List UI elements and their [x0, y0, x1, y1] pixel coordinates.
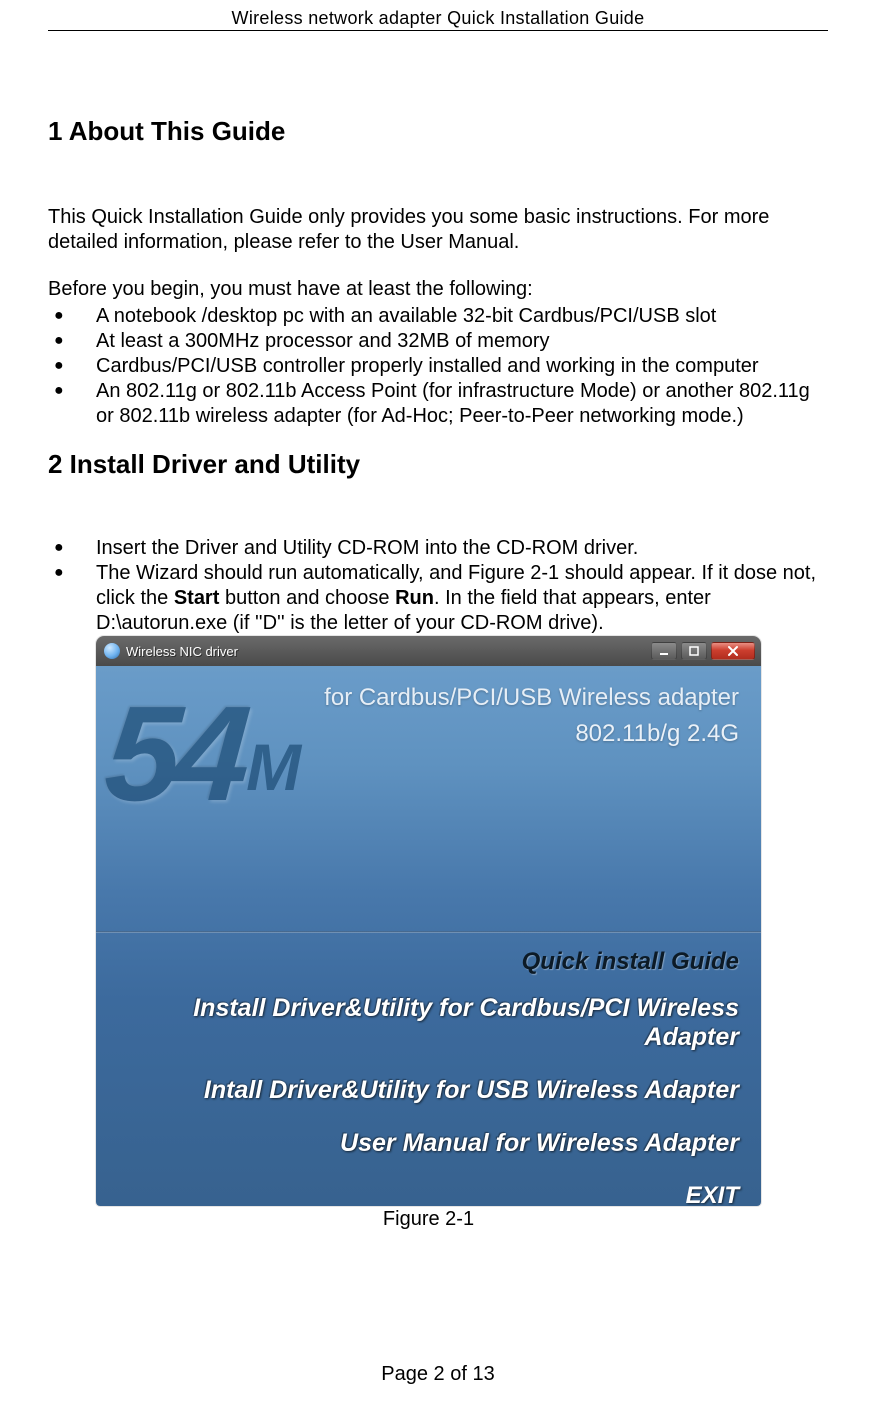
section-2-bullet-list: Insert the Driver and Utility CD-ROM int…: [48, 536, 828, 636]
list-item: An 802.11g or 802.11b Access Point (for …: [48, 379, 828, 429]
logo-54m: 54M: [106, 686, 301, 821]
window-title: Wireless NIC driver: [126, 644, 238, 659]
menu-exit[interactable]: EXIT: [126, 1182, 739, 1206]
close-button[interactable]: [711, 642, 755, 660]
window-titlebar: Wireless NIC driver: [96, 636, 761, 666]
section-1-lead: Before you begin, you must have at least…: [48, 277, 828, 302]
list-item: A notebook /desktop pc with an available…: [48, 304, 828, 329]
minimize-button[interactable]: [651, 642, 677, 660]
close-icon: [727, 645, 739, 657]
maximize-icon: [689, 646, 699, 656]
bold-start: Start: [174, 587, 220, 609]
autorun-window: Wireless NIC driver 54M for Cardbus/PCI/…: [96, 636, 761, 1206]
autorun-menu: Quick install Guide Install Driver&Utili…: [126, 948, 739, 1206]
minimize-icon: [659, 646, 669, 656]
autorun-body: 54M for Cardbus/PCI/USB Wireless adapter…: [96, 666, 761, 1206]
menu-install-cardbus-pci[interactable]: Install Driver&Utility for Cardbus/PCI W…: [126, 994, 739, 1052]
list-item: Insert the Driver and Utility CD-ROM int…: [48, 536, 828, 561]
menu-quick-install-guide[interactable]: Quick install Guide: [126, 948, 739, 976]
text-fragment: button and choose: [219, 587, 395, 609]
app-icon: [104, 643, 120, 659]
section-1-intro: This Quick Installation Guide only provi…: [48, 205, 828, 255]
section-1-heading: 1 About This Guide: [48, 116, 828, 147]
section-2-heading: 2 Install Driver and Utility: [48, 449, 828, 480]
section-1-bullet-list: A notebook /desktop pc with an available…: [48, 304, 828, 429]
bold-run: Run: [395, 587, 434, 609]
maximize-button[interactable]: [681, 642, 707, 660]
logo-number: 54: [101, 686, 249, 821]
banner-line-2: 802.11b/g 2.4G: [575, 720, 739, 748]
list-item: At least a 300MHz processor and 32MB of …: [48, 329, 828, 354]
menu-user-manual[interactable]: User Manual for Wireless Adapter: [126, 1129, 739, 1158]
list-item: The Wizard should run automatically, and…: [48, 561, 828, 636]
menu-install-usb[interactable]: Intall Driver&Utility for USB Wireless A…: [126, 1076, 739, 1105]
page-footer: Page 2 of 13: [0, 1363, 876, 1386]
logo-unit: M: [246, 730, 301, 804]
divider-line: [96, 931, 761, 933]
doc-header-title: Wireless network adapter Quick Installat…: [0, 8, 876, 29]
figure-caption: Figure 2-1: [96, 1208, 761, 1231]
header-rule: [48, 30, 828, 31]
list-item: Cardbus/PCI/USB controller properly inst…: [48, 354, 828, 379]
banner-line-1: for Cardbus/PCI/USB Wireless adapter: [324, 684, 739, 712]
